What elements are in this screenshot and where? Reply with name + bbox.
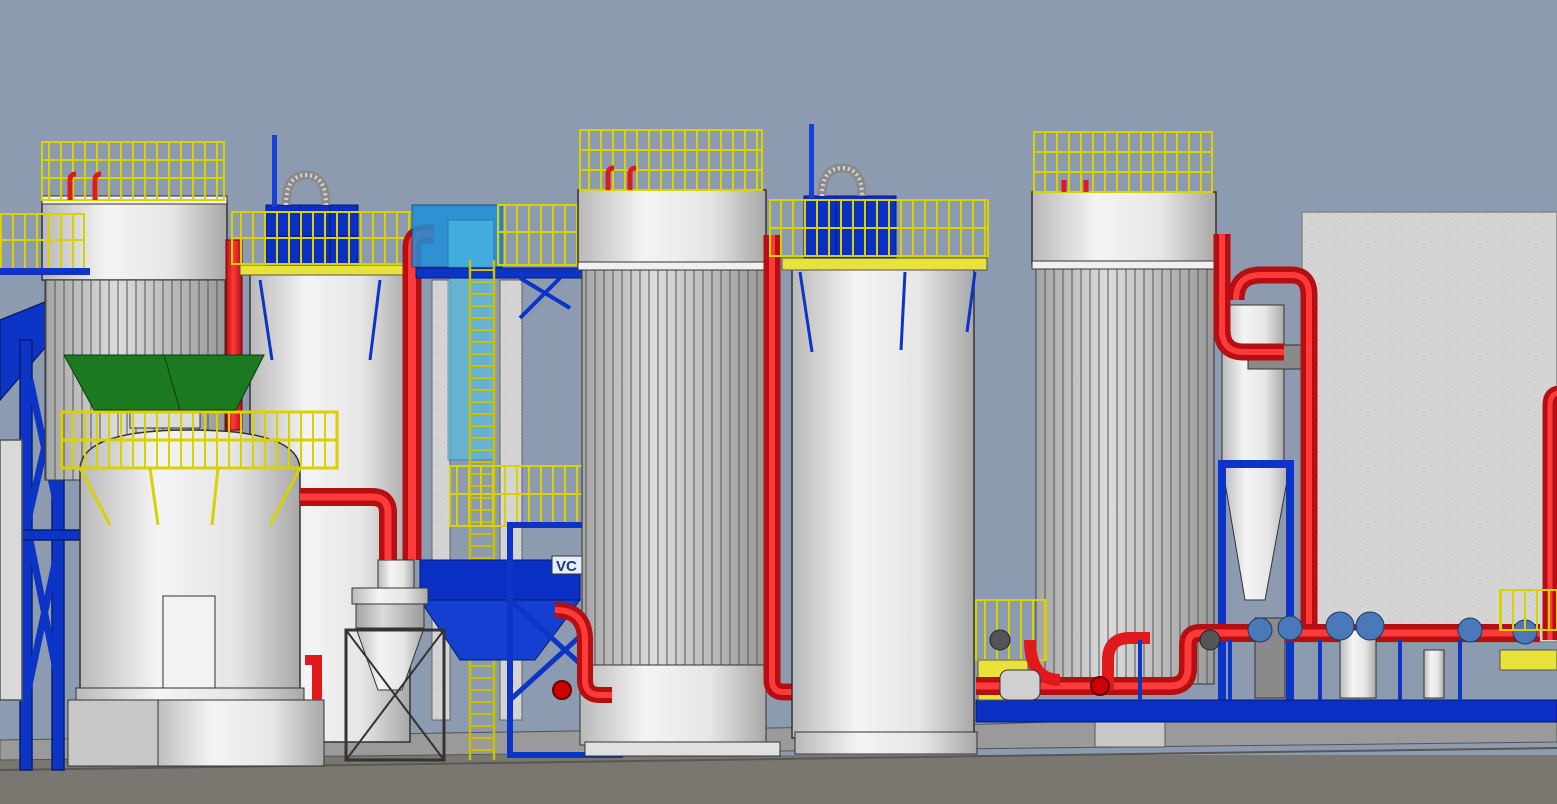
vessel-tower-5 [1031,191,1217,685]
silo-vessel [67,429,325,767]
vessel-tower-3 [577,189,781,757]
skid-label: VC [556,558,577,575]
handrail-tower-5 [1033,131,1213,193]
plant-3d-model-view: VC [0,0,1557,804]
building-wall [1301,211,1557,643]
